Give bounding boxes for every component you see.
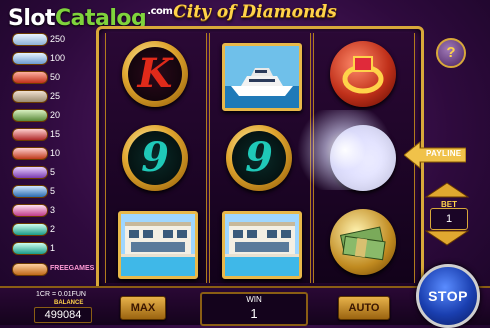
bet-value: 1 (430, 208, 468, 230)
villa-symbol (118, 211, 198, 279)
paytable-row: 250 (4, 32, 88, 46)
win-sparkle (290, 110, 400, 190)
paytable-value: 15 (50, 129, 61, 139)
paytable-row: 2 (4, 222, 88, 236)
paytable-row: 50 (4, 70, 88, 84)
paytable-row: 5 (4, 184, 88, 198)
reel-cell (318, 203, 408, 283)
king-symbol: K (122, 41, 188, 107)
money-icon (339, 226, 386, 261)
paytable-value: 5 (50, 186, 56, 196)
paytable-row: FREEGAMES (4, 262, 94, 276)
stop-button[interactable]: STOP (416, 264, 480, 328)
paytable-row: 15 (4, 127, 88, 141)
villa-combo-icon (12, 90, 48, 103)
nine-glyph: 9 (141, 134, 169, 181)
reel-cell (214, 203, 304, 283)
paytable-row: 25 (4, 89, 88, 103)
paytable-value: 5 (50, 167, 56, 177)
paytable-value: 25 (50, 91, 61, 101)
ring-symbol (330, 41, 396, 107)
paytable-row: 3 (4, 203, 88, 217)
paytable-freegames: FREEGAMES (50, 265, 95, 272)
ring-icon (342, 56, 384, 94)
win-display: WIN 1 (200, 292, 308, 326)
nine-glyph: 9 (245, 134, 273, 181)
nine-symbol: 9 (226, 125, 292, 191)
help-button[interactable]: ? (436, 38, 466, 68)
diamond-combo-icon (12, 33, 48, 46)
reel-cell: 9 (110, 119, 200, 199)
ace-combo-icon (12, 128, 48, 141)
max-bet-button[interactable]: MAX (120, 296, 166, 320)
payline-label: PAYLINE (426, 149, 462, 158)
paytable-value: 10 (50, 148, 61, 158)
king-combo-icon (12, 147, 48, 160)
scatter-combo-icon (12, 263, 48, 276)
balance-value: 499084 (34, 307, 92, 323)
autoplay-button[interactable]: AUTO (338, 296, 390, 320)
reel-cell (318, 35, 408, 115)
nine-symbol: 9 (122, 125, 188, 191)
paytable-row: 5 (4, 165, 88, 179)
reel-cell (110, 203, 200, 283)
watermark-part1: Slot (8, 6, 56, 31)
yacht-combo-icon (12, 52, 48, 65)
nine-combo-icon (12, 223, 48, 236)
jack-combo-icon (12, 185, 48, 198)
queen-combo-icon (12, 166, 48, 179)
win-label: WIN (246, 295, 262, 304)
balance-label: BALANCE (54, 300, 84, 306)
paytable-row: 100 (4, 51, 88, 65)
villa-icon (225, 214, 299, 276)
yacht-symbol (222, 43, 302, 111)
bet-increase-button[interactable] (425, 182, 469, 198)
paytable-row: 1 (4, 241, 88, 255)
villa-symbol (222, 211, 302, 279)
paytable-row: 10 (4, 146, 88, 160)
payline-indicator: PAYLINE (404, 140, 466, 170)
paytable-value: 250 (50, 34, 66, 44)
money-combo-icon (12, 109, 48, 122)
yacht-icon (225, 46, 299, 108)
king-glyph: K (137, 50, 173, 97)
reel-cell (214, 35, 304, 115)
game-title: City of Diamonds (173, 2, 337, 22)
paytable-row: 20 (4, 108, 88, 122)
ring-combo-icon (12, 71, 48, 84)
villa-icon (121, 214, 195, 276)
ten-combo-icon (12, 204, 48, 217)
paytable-value: 50 (50, 72, 61, 82)
paytable-value: 20 (50, 110, 61, 120)
bet-decrease-button[interactable] (425, 230, 469, 246)
paytable: 250 100 50 25 20 15 10 5 5 3 2 1 FREEGAM… (4, 30, 94, 280)
win-value: 1 (250, 306, 258, 321)
nine-single-icon (12, 242, 48, 255)
reel-cell: K (110, 35, 200, 115)
paytable-value: 1 (50, 243, 56, 253)
paytable-value: 3 (50, 205, 56, 215)
paytable-value: 2 (50, 224, 56, 234)
paytable-value: 100 (50, 53, 66, 63)
reel-1: K 9 (105, 33, 207, 283)
money-symbol (330, 209, 396, 275)
credit-rate: 1CR = 0.01FUN (36, 291, 86, 298)
